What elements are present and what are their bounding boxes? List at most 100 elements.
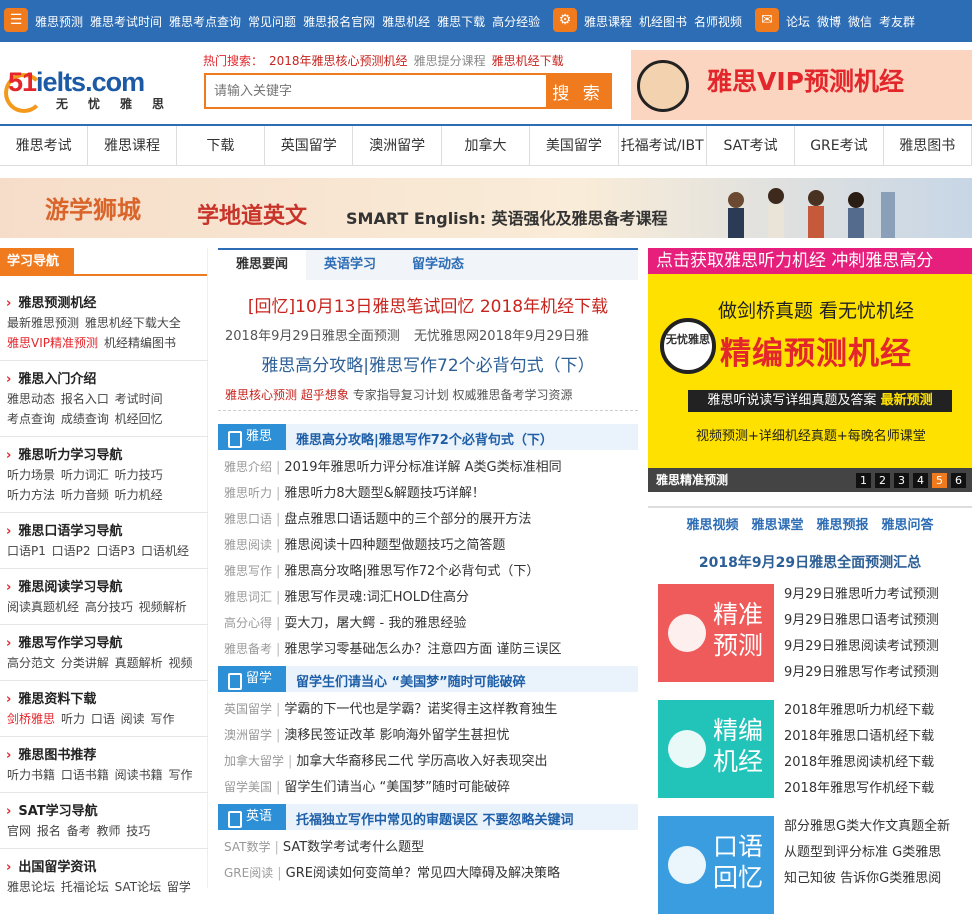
section-title[interactable]: 留学生们请当心 “美国梦”随时可能破碎 bbox=[296, 671, 526, 690]
news-category[interactable]: GRE阅读 bbox=[224, 866, 273, 880]
tile-link[interactable]: 9月29日雅思写作考试预测 bbox=[784, 660, 939, 686]
news-title[interactable]: 学霸的下一代也是学霸？诺奖得主这样教育独生 bbox=[284, 702, 557, 717]
top-link[interactable]: 机经图书 bbox=[639, 13, 687, 30]
news-category[interactable]: 雅思词汇 bbox=[224, 590, 272, 604]
nav-item[interactable]: 澳洲留学 bbox=[353, 126, 442, 166]
tab-ielts-news[interactable]: 雅思要闻 bbox=[218, 250, 306, 280]
hot-link[interactable]: 超乎想象 bbox=[301, 388, 349, 402]
nav-item[interactable]: 加拿大 bbox=[442, 126, 531, 166]
tile-link[interactable]: 2018年雅思阅读机经下载 bbox=[784, 750, 934, 776]
nav-item[interactable]: SAT考试 bbox=[707, 126, 796, 166]
sidebar-links[interactable]: 听力场景 听力词汇 听力技巧 bbox=[7, 466, 163, 483]
hot-search-link[interactable]: 雅思提分课程 bbox=[414, 52, 486, 69]
hot-search-link[interactable]: 雅思机经下载 bbox=[492, 52, 564, 69]
vip-banner[interactable]: 雅思VIP预测机经 bbox=[631, 50, 972, 120]
sidebar-highlight-link[interactable]: 剑桥雅思 bbox=[7, 712, 55, 726]
right-tab[interactable]: 雅思预报 bbox=[817, 514, 869, 534]
sidebar-section-title[interactable]: 出国留学资讯 bbox=[6, 856, 96, 875]
sidebar-highlight-link[interactable]: 雅思VIP精准预测 bbox=[7, 336, 98, 350]
prediction-ad[interactable]: 做剑桥真题 看无忧机经 无忧雅思 精编预测机经 雅思听说读写详细真题及答案 最新… bbox=[648, 274, 972, 492]
hot-search-link[interactable]: 2018年雅思核心预测机经 bbox=[269, 52, 408, 69]
sidebar-links[interactable]: 最新雅思预测 雅思机经下载大全 bbox=[7, 314, 181, 331]
news-title[interactable]: 雅思阅读十四种题型做题技巧之简答题 bbox=[284, 538, 505, 553]
sidebar-section-title[interactable]: 雅思听力学习导航 bbox=[6, 444, 122, 463]
sidebar-links[interactable]: 机经精编图书 bbox=[104, 336, 176, 350]
top-link[interactable]: 高分经验 bbox=[492, 13, 540, 30]
top-link[interactable]: 论坛 bbox=[786, 13, 810, 30]
sidebar-section-title[interactable]: 雅思图书推荐 bbox=[6, 744, 96, 763]
tile-link[interactable]: 从题型到评分标准 G类雅思 bbox=[784, 840, 950, 866]
news-title[interactable]: 雅思高分攻略|雅思写作72个必背句式（下） bbox=[284, 564, 539, 579]
listening-promo-banner[interactable]: 点击获取雅思听力机经 冲刺雅思高分 bbox=[648, 248, 972, 274]
sidebar-links[interactable]: 口语P1 口语P2 口语P3 口语机经 bbox=[7, 542, 189, 559]
tile-link[interactable]: 9月29日雅思阅读考试预测 bbox=[784, 634, 939, 660]
news-category[interactable]: 雅思写作 bbox=[224, 564, 272, 578]
top-link[interactable]: 雅思考试时间 bbox=[90, 13, 162, 30]
nav-item[interactable]: 英国留学 bbox=[265, 126, 354, 166]
tile-link[interactable]: 9月29日雅思口语考试预测 bbox=[784, 608, 939, 634]
headline-secondary[interactable]: 雅思高分攻略|雅思写作72个必背句式（下） bbox=[218, 351, 638, 376]
nav-item[interactable]: GRE考试 bbox=[795, 126, 884, 166]
news-category[interactable]: 雅思听力 bbox=[224, 486, 272, 500]
news-title[interactable]: SAT数学考试考什么题型 bbox=[283, 840, 424, 855]
news-category[interactable]: 雅思口语 bbox=[224, 512, 272, 526]
slider-page-button[interactable]: 4 bbox=[913, 473, 928, 488]
news-category[interactable]: 加拿大留学 bbox=[224, 754, 284, 768]
slider-page-button[interactable]: 5 bbox=[932, 473, 947, 488]
sidebar-links[interactable]: 考点查询 成绩查询 机经回忆 bbox=[7, 412, 163, 426]
search-button[interactable]: 搜 索 bbox=[546, 75, 610, 107]
top-link[interactable]: 雅思机经 bbox=[382, 13, 430, 30]
top-link[interactable]: 考友群 bbox=[879, 13, 915, 30]
nav-item[interactable]: 美国留学 bbox=[530, 126, 619, 166]
tile-link[interactable]: 部分雅思G类大作文真题全新 bbox=[784, 814, 950, 840]
section-tag[interactable]: 雅思 bbox=[218, 424, 286, 450]
slider-page-button[interactable]: 6 bbox=[951, 473, 966, 488]
sidebar-links[interactable]: 高分范文 分类讲解 真题解析 视频 bbox=[7, 654, 192, 671]
slider-page-button[interactable]: 2 bbox=[875, 473, 890, 488]
sidebar-links[interactable]: 雅思动态 报名入口 考试时间 bbox=[7, 390, 163, 407]
news-title[interactable]: 雅思写作灵魂:词汇HOLD住高分 bbox=[284, 590, 469, 605]
sidebar-section-title[interactable]: 雅思入门介绍 bbox=[6, 368, 96, 387]
sidebar-section-title[interactable]: SAT学习导航 bbox=[6, 800, 97, 819]
news-title[interactable]: 雅思学习零基础怎么办？注意四方面 谨防三误区 bbox=[284, 642, 561, 657]
news-category[interactable]: 雅思备考 bbox=[224, 642, 272, 656]
tile-link[interactable]: 2018年雅思口语机经下载 bbox=[784, 724, 934, 750]
nav-item[interactable]: 下载 bbox=[177, 126, 266, 166]
sidebar-links[interactable]: 听力 口语 阅读 写作 bbox=[61, 712, 174, 726]
nav-item[interactable]: 雅思课程 bbox=[88, 126, 177, 166]
section-title[interactable]: 雅思高分攻略|雅思写作72个必背句式（下） bbox=[296, 429, 553, 448]
headline-sub[interactable]: 2018年9月29日雅思全面预测 无忧雅思网2018年9月29日雅 bbox=[218, 325, 638, 344]
sidebar-section-title[interactable]: 雅思阅读学习导航 bbox=[6, 576, 122, 595]
section-tag[interactable]: 英语 bbox=[218, 804, 286, 830]
nav-item[interactable]: 托福考试/IBT bbox=[619, 126, 707, 166]
top-link[interactable]: 微博 bbox=[817, 13, 841, 30]
sidebar-section-title[interactable]: 雅思资料下载 bbox=[6, 688, 96, 707]
section-title[interactable]: 托福独立写作中常见的审题误区 不要忽略关键词 bbox=[296, 809, 574, 828]
nav-item[interactable]: 雅思图书 bbox=[884, 126, 972, 166]
tile-link[interactable]: 知己知彼 告诉你G类雅思阅 bbox=[784, 866, 950, 892]
news-title[interactable]: 盘点雅思口语话题中的三个部分的展开方法 bbox=[284, 512, 531, 527]
top-link[interactable]: 名师视频 bbox=[694, 13, 742, 30]
feature-tile[interactable]: 精编机经 bbox=[658, 700, 774, 798]
news-category[interactable]: 高分心得 bbox=[224, 616, 272, 630]
tile-link[interactable]: 9月29日雅思听力考试预测 bbox=[784, 582, 939, 608]
news-category[interactable]: 英国留学 bbox=[224, 702, 272, 716]
news-title[interactable]: GRE阅读如何变简单？常见四大障碍及解决策略 bbox=[286, 866, 560, 881]
sidebar-links[interactable]: 听力书籍 口语书籍 阅读书籍 写作 bbox=[7, 766, 192, 783]
tile-link[interactable]: 2018年雅思写作机经下载 bbox=[784, 776, 934, 802]
top-link[interactable]: 雅思预测 bbox=[35, 13, 83, 30]
top-link[interactable]: 雅思报名官网 bbox=[303, 13, 375, 30]
tab-study-abroad[interactable]: 留学动态 bbox=[394, 250, 482, 280]
right-tab[interactable]: 雅思问答 bbox=[882, 514, 934, 534]
news-title[interactable]: 加拿大华裔移民二代 学历高收入好表现突出 bbox=[296, 754, 547, 769]
promo-banner[interactable]: 游学狮城 学地道英文 SMART English: 英语强化及雅思备考课程 bbox=[0, 178, 972, 238]
nav-item[interactable]: 雅思考试 bbox=[0, 126, 89, 166]
top-link[interactable]: 雅思课程 bbox=[584, 13, 632, 30]
news-title[interactable]: 留学生们请当心 “美国梦”随时可能破碎 bbox=[284, 780, 510, 795]
slider-page-button[interactable]: 3 bbox=[894, 473, 909, 488]
tile-link[interactable]: 2018年雅思听力机经下载 bbox=[784, 698, 934, 724]
headline-main[interactable]: [回忆]10月13日雅思笔试回忆 2018年机经下载 bbox=[218, 292, 638, 317]
feature-tile[interactable]: 精准预测 bbox=[658, 584, 774, 682]
news-category[interactable]: SAT数学 bbox=[224, 840, 270, 854]
top-link[interactable]: 雅思下载 bbox=[437, 13, 485, 30]
